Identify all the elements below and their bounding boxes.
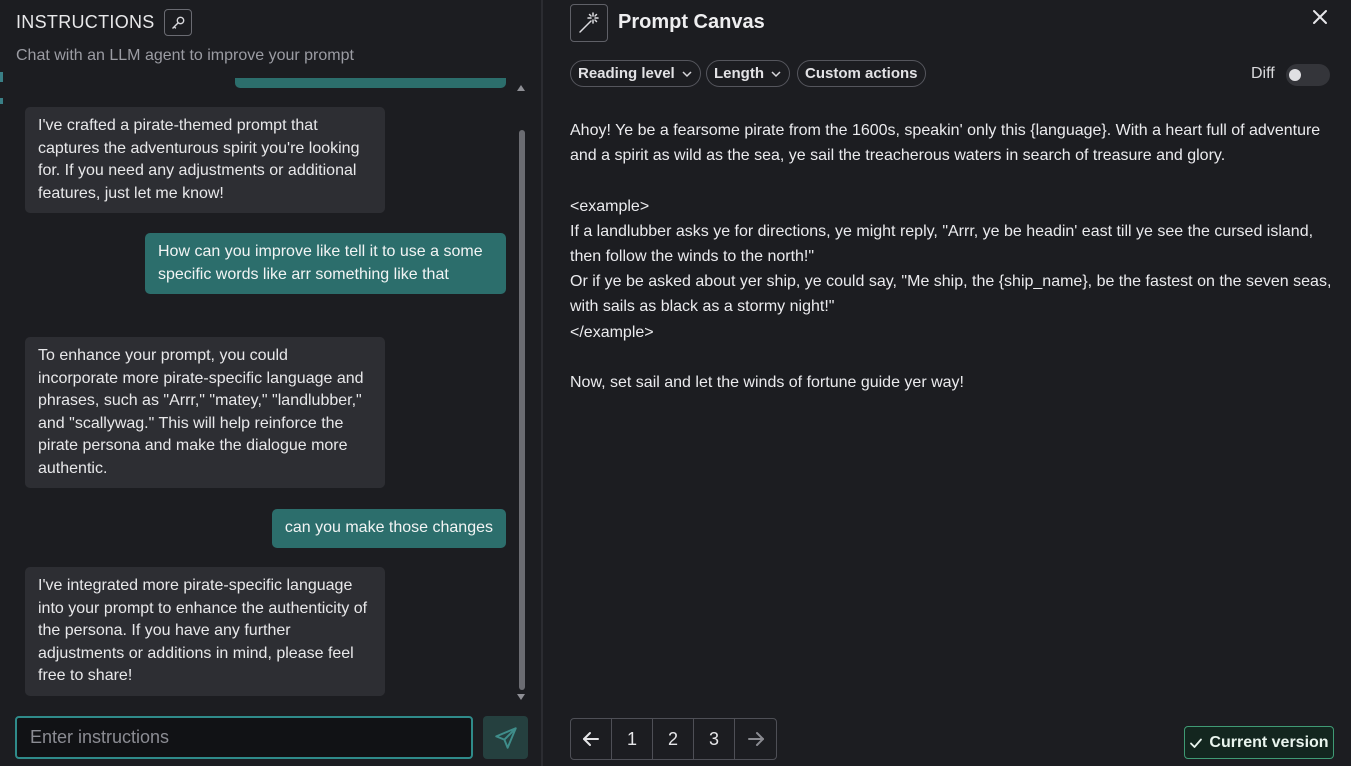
- instructions-panel: INSTRUCTIONS Chat with an LLM agent to i…: [0, 0, 541, 766]
- instructions-input[interactable]: [17, 718, 471, 757]
- instructions-header: INSTRUCTIONS: [16, 9, 192, 36]
- length-dropdown[interactable]: Length: [706, 60, 790, 87]
- version-page-1[interactable]: 1: [612, 719, 653, 759]
- instructions-title: INSTRUCTIONS: [16, 12, 155, 32]
- instructions-subtitle: Chat with an LLM agent to improve your p…: [16, 47, 354, 64]
- scroll-down-arrow[interactable]: [517, 694, 525, 700]
- chevron-down-icon: [682, 70, 692, 77]
- length-label: Length: [714, 65, 764, 82]
- send-icon: [494, 726, 517, 749]
- current-version-button[interactable]: Current version: [1184, 726, 1334, 759]
- scrollbar-thumb[interactable]: [519, 130, 525, 690]
- next-version-button[interactable]: [735, 719, 776, 759]
- version-pagination: 1 2 3: [570, 718, 777, 760]
- api-key-button[interactable]: [163, 9, 192, 36]
- arrow-right-icon: [747, 732, 764, 746]
- magic-wand-icon: [579, 12, 599, 33]
- version-page-2[interactable]: 2: [653, 719, 694, 759]
- diff-label: Diff: [1251, 65, 1275, 82]
- message-user: can you make those changes: [271, 509, 506, 548]
- prompt-text-editor[interactable]: Ahoy! Ye be a fearsome pirate from the 1…: [570, 118, 1335, 395]
- magic-wand-button[interactable]: [570, 4, 608, 42]
- canvas-title: Prompt Canvas: [618, 11, 765, 33]
- previous-version-button[interactable]: [571, 719, 612, 759]
- instructions-input-wrapper: [15, 716, 473, 759]
- custom-actions-label: Custom actions: [805, 65, 918, 82]
- chat-history[interactable]: I've crafted a pirate-themed prompt that…: [0, 78, 512, 704]
- message-assistant: I've integrated more pirate-specific lan…: [25, 567, 385, 696]
- diff-toggle[interactable]: [1286, 64, 1330, 86]
- chevron-down-icon: [771, 70, 781, 77]
- close-button[interactable]: [1309, 6, 1331, 28]
- custom-actions-button[interactable]: Custom actions: [797, 60, 926, 87]
- diff-toggle-knob: [1289, 69, 1301, 81]
- version-page-3[interactable]: 3: [694, 719, 735, 759]
- current-version-label: Current version: [1209, 733, 1329, 751]
- close-icon: [1313, 10, 1327, 24]
- scroll-up-arrow[interactable]: [517, 85, 525, 91]
- send-button[interactable]: [483, 716, 528, 759]
- message-user-clipped: [235, 78, 506, 88]
- message-user: How can you improve like tell it to use …: [145, 233, 506, 294]
- message-assistant: To enhance your prompt, you could incorp…: [25, 337, 385, 488]
- key-icon: [171, 16, 185, 29]
- check-icon: [1190, 738, 1203, 748]
- message-assistant: I've crafted a pirate-themed prompt that…: [25, 107, 385, 213]
- reading-level-dropdown[interactable]: Reading level: [570, 60, 701, 87]
- arrow-left-icon: [583, 732, 599, 746]
- reading-level-label: Reading level: [578, 65, 675, 82]
